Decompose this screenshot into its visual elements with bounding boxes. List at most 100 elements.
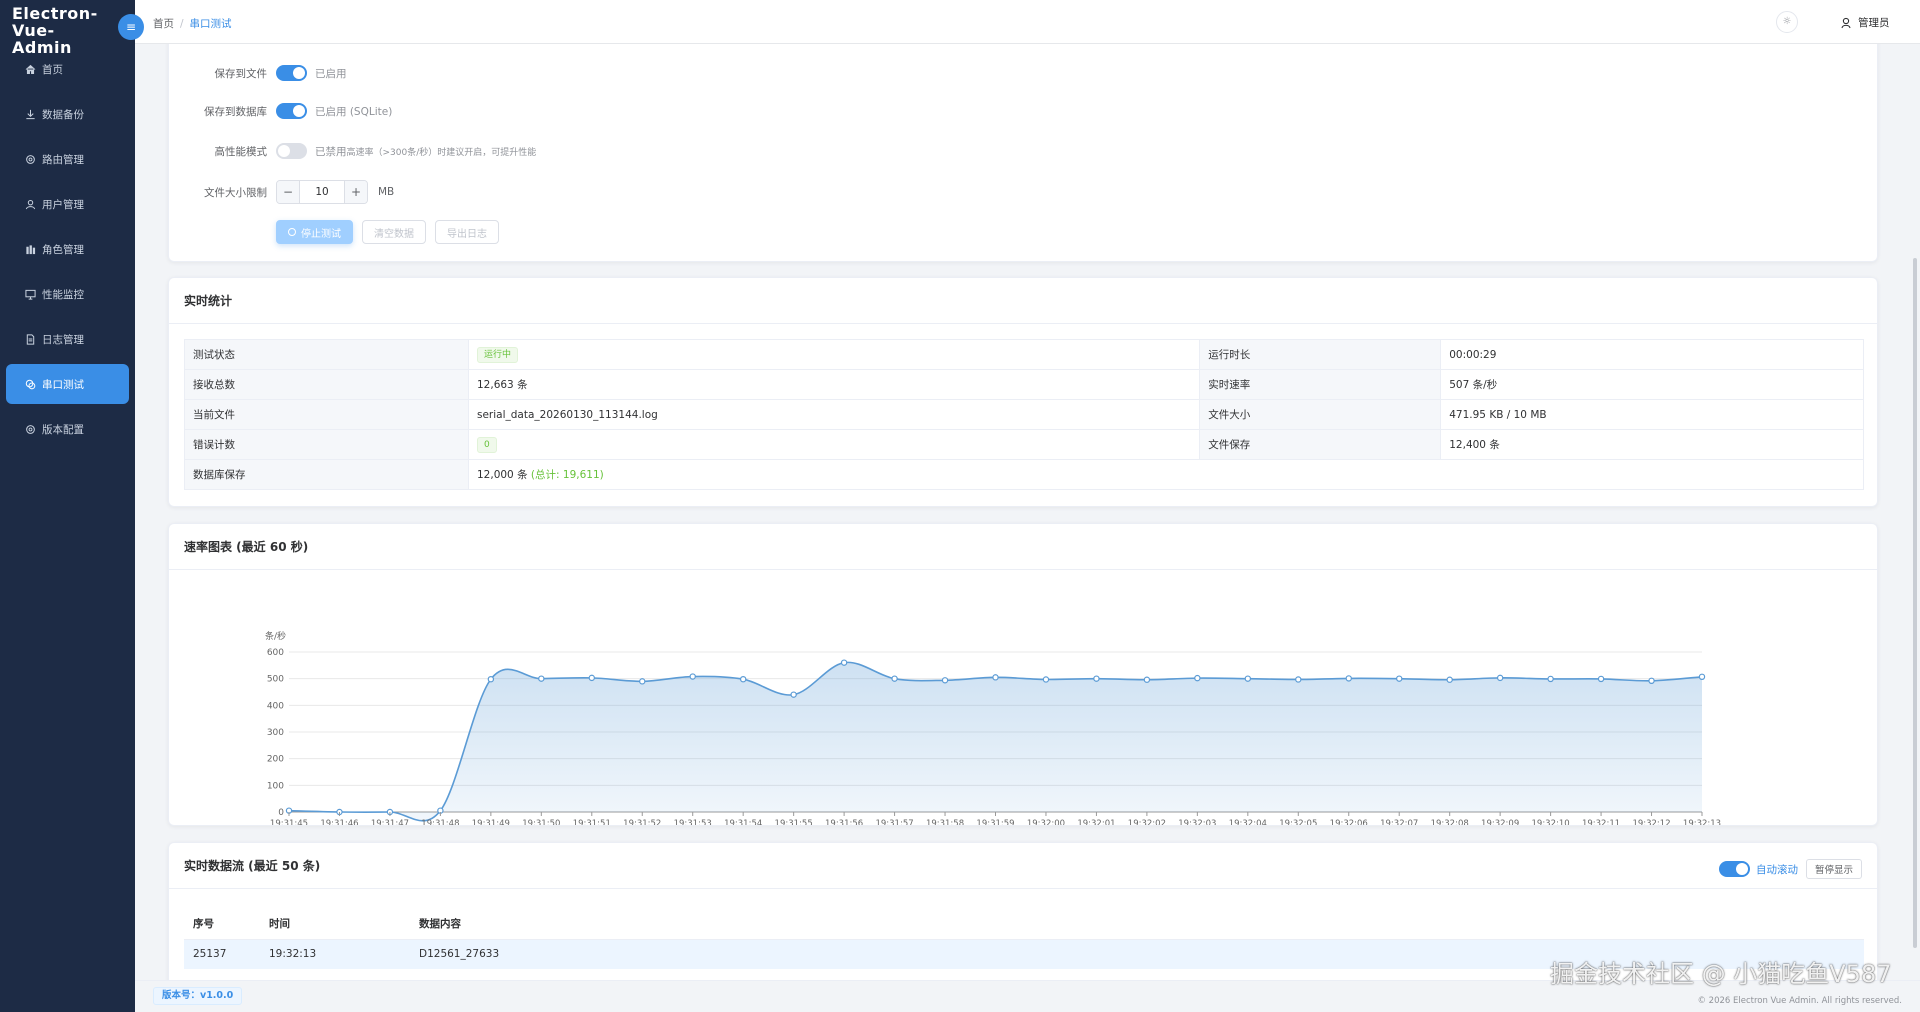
x-tick-label: 19:32:05 — [1279, 819, 1317, 825]
sidebar-item-logs[interactable]: 日志管理 — [6, 319, 129, 359]
y-tick-label: 600 — [267, 648, 284, 658]
stats-value: 12,000 条 (总计: 19,611) — [468, 459, 1864, 490]
gear-icon — [24, 423, 36, 435]
clear-data-button[interactable]: 清空数据 — [362, 220, 426, 244]
user-icon — [24, 198, 36, 210]
x-tick-label: 19:32:13 — [1683, 819, 1721, 825]
watermark-text: 掘金技术社区 @ 小猫吃鱼V587 — [1550, 960, 1892, 988]
sidebar-item-users[interactable]: 用户管理 — [6, 184, 129, 224]
stats-title: 实时统计 — [169, 278, 1877, 324]
x-tick-label: 19:31:48 — [421, 819, 459, 825]
user-menu[interactable]: 管理员 — [1840, 15, 1890, 30]
breadcrumb-home[interactable]: 首页 — [153, 18, 174, 30]
x-tick-label: 19:32:08 — [1431, 819, 1469, 825]
stats-row: 测试状态 运行中 运行时长 00:00:29 — [184, 339, 1864, 370]
data-point — [1143, 676, 1151, 683]
stats-value: 0 — [467, 429, 1201, 460]
content-scrollbar[interactable] — [1913, 258, 1917, 948]
document-icon — [24, 333, 36, 345]
serial-icon — [24, 378, 36, 390]
pause-display-button[interactable]: 暂停显示 — [1805, 859, 1862, 879]
stop-test-label: 停止测试 — [301, 228, 341, 240]
sidebar-item-home[interactable]: 首页 — [6, 49, 129, 89]
data-point — [1244, 675, 1252, 682]
cell-seq: 25137 — [184, 939, 260, 969]
table-header-row: 序号 时间 数据内容 — [184, 909, 1864, 940]
stats-label: 测试状态 — [184, 339, 469, 370]
sidebar-item-backup[interactable]: 数据备份 — [6, 94, 129, 134]
sidebar-item-label: 数据备份 — [42, 108, 84, 121]
sidebar-item-version[interactable]: 版本配置 — [6, 409, 129, 449]
user-name: 管理员 — [1858, 17, 1890, 29]
stats-value: 471.95 KB / 10 MB — [1440, 399, 1864, 430]
perf-mode-hint: 高速率（>300条/秒）时建议开启，可提升性能 — [346, 147, 537, 158]
data-point — [1496, 674, 1504, 682]
x-tick-label: 19:32:00 — [1027, 819, 1065, 825]
y-tick-label: 200 — [267, 755, 284, 765]
y-tick-label: 0 — [278, 808, 284, 818]
y-tick-label: 100 — [267, 781, 284, 791]
x-tick-label: 19:31:47 — [371, 819, 409, 825]
copyright-text: © 2026 Electron Vue Admin. All rights re… — [1697, 996, 1902, 1006]
file-limit-stepper: − 10 + — [276, 180, 368, 204]
x-tick-label: 19:31:53 — [674, 819, 712, 825]
action-buttons: 停止测试 清空数据 导出日志 — [276, 220, 508, 244]
x-tick-label: 19:32:11 — [1582, 819, 1620, 825]
version-badge: 版本号：v1.0.0 — [153, 987, 243, 1005]
db-saved-count: 12,000 条 — [477, 469, 528, 481]
role-icon — [24, 243, 36, 255]
y-tick-label: 300 — [267, 728, 284, 738]
data-point — [992, 674, 999, 681]
sidebar: Electron-Vue- Admin 首页 数据备份 路由管理 用户管理 角色… — [0, 0, 135, 1012]
stats-row: 错误计数 0 文件保存 12,400 条 — [184, 429, 1864, 460]
theme-toggle-button[interactable]: ☼ — [1776, 11, 1798, 33]
perf-mode-switch[interactable] — [276, 143, 307, 159]
x-tick-label: 19:32:01 — [1077, 819, 1115, 825]
y-tick-label: 500 — [267, 675, 284, 685]
sidebar-item-serial-test[interactable]: 串口测试 — [6, 364, 129, 404]
stats-value: 507 条/秒 — [1440, 369, 1864, 400]
sidebar-item-label: 首页 — [42, 63, 63, 76]
save-db-status: 已启用 (SQLite) — [315, 105, 393, 118]
monitor-icon — [24, 288, 36, 300]
sidebar-item-label: 版本配置 — [42, 423, 84, 436]
data-point — [487, 675, 495, 683]
data-point — [588, 674, 595, 682]
sidebar-item-label: 角色管理 — [42, 243, 84, 256]
column-header-seq: 序号 — [184, 909, 260, 940]
x-tick-label: 19:31:50 — [522, 819, 560, 825]
save-db-row: 保存到数据库 已启用 (SQLite) — [169, 103, 392, 119]
sidebar-item-label: 路由管理 — [42, 153, 84, 166]
data-point — [689, 673, 696, 680]
x-tick-label: 19:31:46 — [320, 819, 358, 825]
data-point — [1547, 675, 1554, 683]
stats-value: 12,663 条 — [467, 369, 1201, 400]
x-tick-label: 19:31:52 — [623, 819, 661, 825]
data-point — [1093, 675, 1100, 682]
data-point — [941, 677, 949, 684]
export-log-button[interactable]: 导出日志 — [435, 220, 499, 244]
stats-label: 文件保存 — [1199, 429, 1442, 460]
data-point — [891, 675, 898, 682]
x-tick-label: 19:32:06 — [1330, 819, 1368, 825]
series-area — [289, 662, 1702, 821]
decrease-button[interactable]: − — [277, 181, 299, 203]
x-tick-label: 19:32:07 — [1380, 819, 1418, 825]
file-limit-input[interactable]: 10 — [299, 181, 345, 203]
auto-scroll-switch[interactable] — [1718, 861, 1750, 877]
sidebar-collapse-button[interactable]: ≡ — [118, 14, 144, 40]
gear-icon — [24, 153, 36, 165]
sidebar-item-routes[interactable]: 路由管理 — [6, 139, 129, 179]
sidebar-item-label: 性能监控 — [42, 288, 84, 301]
sidebar-item-roles[interactable]: 角色管理 — [6, 229, 129, 269]
data-point — [1295, 676, 1302, 683]
stop-test-button[interactable]: 停止测试 — [276, 220, 353, 244]
cell-time: 19:32:13 — [260, 939, 410, 969]
data-point — [739, 675, 747, 683]
increase-button[interactable]: + — [345, 181, 367, 203]
error-count-badge: 0 — [477, 436, 497, 453]
data-point — [1042, 676, 1050, 683]
save-file-switch[interactable] — [276, 65, 307, 81]
save-db-switch[interactable] — [276, 103, 307, 119]
sidebar-item-monitor[interactable]: 性能监控 — [6, 274, 129, 314]
